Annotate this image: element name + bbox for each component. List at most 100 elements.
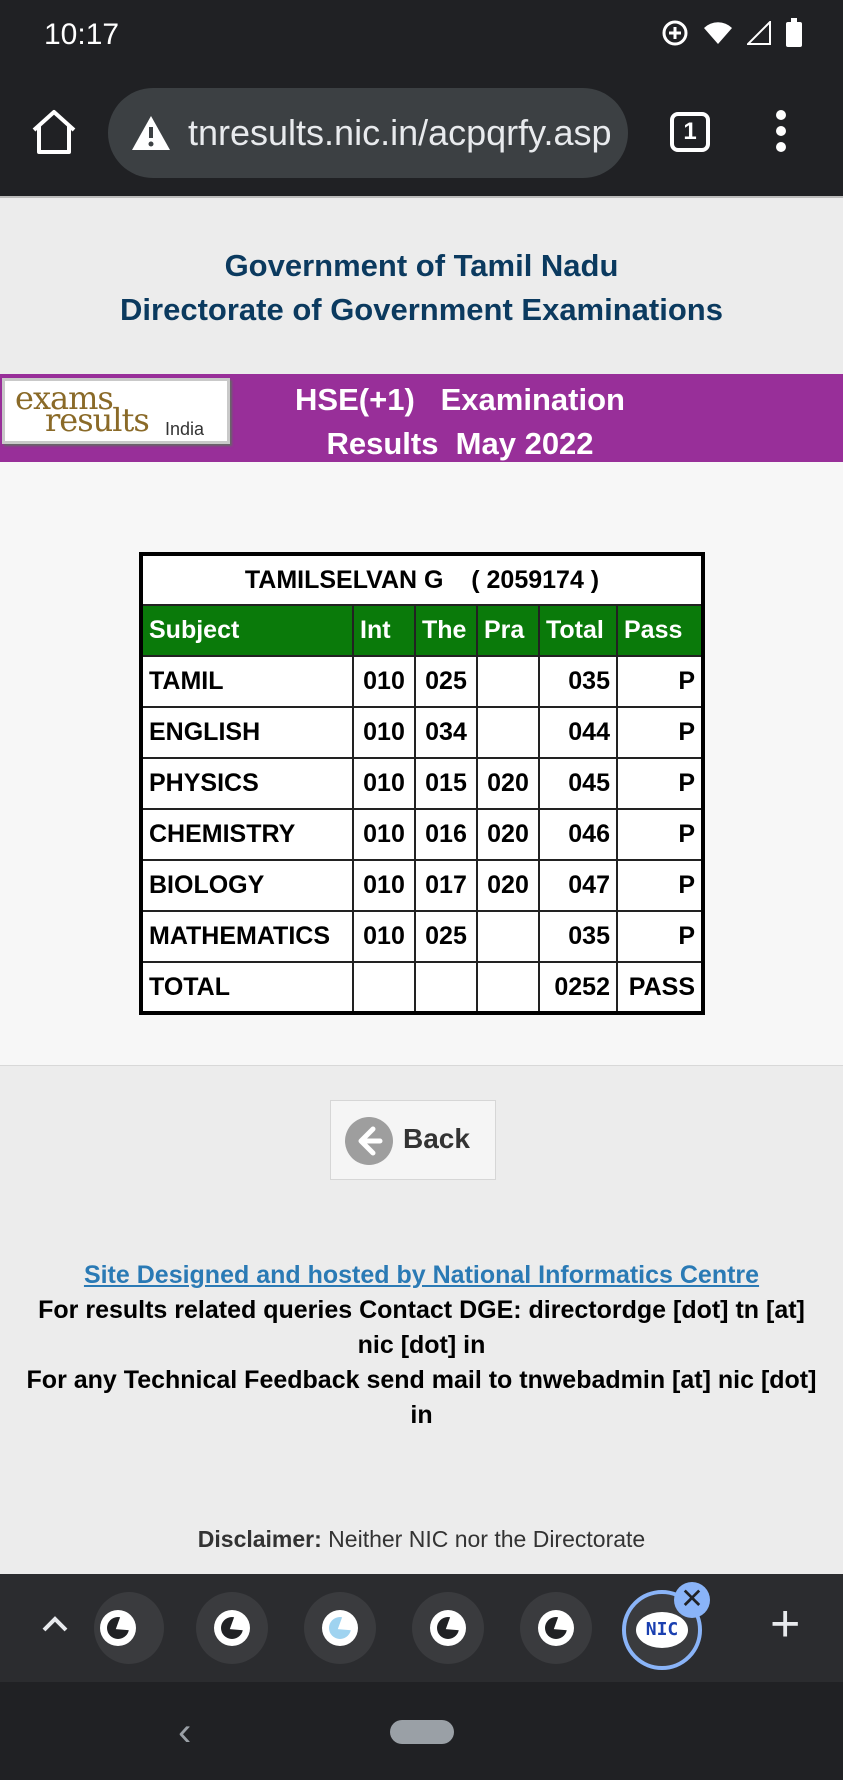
cell-int: 010 <box>352 859 416 912</box>
gov-title-line2: Directorate of Government Examinations <box>120 292 723 327</box>
col-header-pra: Pra <box>476 604 540 657</box>
cell-pra <box>476 706 540 759</box>
disclaimer-label: Disclaimer: <box>197 1526 322 1552</box>
new-tab-button[interactable]: + <box>770 1598 800 1650</box>
cell-pass: P <box>616 655 704 708</box>
cell-total: 045 <box>538 757 618 810</box>
cell-total: 046 <box>538 808 618 861</box>
tab-thumbnail[interactable] <box>94 1592 164 1664</box>
cell-subject: ENGLISH <box>140 706 354 759</box>
cell-int: 010 <box>352 808 416 861</box>
cell-pra <box>476 910 540 963</box>
cell-int: 010 <box>352 910 416 963</box>
system-nav-bar: ‹ <box>0 1682 843 1780</box>
cell-subject: TOTAL <box>140 961 354 1014</box>
nav-back-icon[interactable]: ‹ <box>178 1710 191 1755</box>
col-header-pass: Pass <box>616 604 704 657</box>
cell-total: 044 <box>538 706 618 759</box>
cell-total: 035 <box>538 910 618 963</box>
nic-footer-link[interactable]: Site Designed and hosted by National Inf… <box>84 1261 759 1289</box>
cell-the: 017 <box>414 859 478 912</box>
cell-pra: 020 <box>476 859 540 912</box>
wifi-icon <box>704 22 732 44</box>
back-button[interactable]: Back <box>330 1100 496 1180</box>
cell-total: 0252 <box>538 961 618 1014</box>
disclaimer: Disclaimer: Neither NIC nor the Director… <box>0 1526 843 1553</box>
col-header-total: Total <box>538 604 618 657</box>
status-time: 10:17 <box>44 18 120 51</box>
result-area: TAMILSELVAN G ( 2059174 ) Subject Int Th… <box>0 462 843 1066</box>
tab-thumbnail[interactable] <box>412 1592 484 1664</box>
logo-text-results: results <box>45 401 150 439</box>
cell-pass: P <box>616 706 704 759</box>
cell-subject: MATHEMATICS <box>140 910 354 963</box>
table-row: CHEMISTRY 010 016 020 046 P <box>140 808 704 861</box>
cell-the: 025 <box>414 655 478 708</box>
globe-icon <box>100 1610 136 1646</box>
cell-pass: P <box>616 859 704 912</box>
home-icon[interactable] <box>28 106 80 158</box>
cell-total: 035 <box>538 655 618 708</box>
nic-logo: NIC <box>636 1612 688 1648</box>
phone-screen: 10:17 tnresults.nic.in/acpqrfy.asp 1 Gov… <box>0 0 843 1780</box>
tab-switcher-button[interactable]: 1 <box>670 112 710 152</box>
student-name: TAMILSELVAN G ( 2059174 ) <box>140 553 704 606</box>
arrow-left-icon <box>345 1117 393 1165</box>
tab-thumbnail[interactable] <box>196 1592 268 1664</box>
status-icons <box>661 18 803 48</box>
cell-pra <box>476 961 540 1014</box>
globe-icon <box>538 1610 574 1646</box>
cell-pass: PASS <box>616 961 704 1014</box>
address-bar[interactable]: tnresults.nic.in/acpqrfy.asp <box>108 88 628 178</box>
tab-thumbnail[interactable] <box>520 1592 592 1664</box>
feedback-text: For any Technical Feedback send mail to … <box>26 1366 817 1429</box>
more-vert-icon[interactable] <box>766 110 796 156</box>
cell-subject: CHEMISTRY <box>140 808 354 861</box>
cell-the <box>414 961 478 1014</box>
table-row: BIOLOGY 010 017 020 047 P <box>140 859 704 912</box>
cell-the: 015 <box>414 757 478 810</box>
table-row: TAMIL 010 025 035 P <box>140 655 704 708</box>
page-footer: Site Designed and hosted by National Inf… <box>0 1258 843 1433</box>
web-page: Government of Tamil Nadu Directorate of … <box>0 196 843 1574</box>
cell-int: 010 <box>352 655 416 708</box>
exam-banner: exams results India HSE(+1) Examination … <box>0 374 843 462</box>
cell-pass: P <box>616 757 704 810</box>
cell-subject: TAMIL <box>140 655 354 708</box>
cell-int <box>352 961 416 1014</box>
tab-thumbnail[interactable] <box>304 1592 376 1664</box>
page-heading: Government of Tamil Nadu Directorate of … <box>0 244 843 332</box>
battery-icon <box>786 18 802 47</box>
chevron-up-icon[interactable] <box>38 1608 72 1642</box>
back-button-label: Back <box>403 1123 470 1154</box>
logo-text-india: India <box>165 419 205 439</box>
cell-subject: BIOLOGY <box>140 859 354 912</box>
cell-pass: P <box>616 910 704 963</box>
col-header-int: Int <box>352 604 416 657</box>
table-row: MATHEMATICS 010 025 035 P <box>140 910 704 963</box>
exam-title: HSE(+1) Examination Results May 2022 <box>240 378 680 466</box>
results-table: TAMILSELVAN G ( 2059174 ) Subject Int Th… <box>139 552 705 1015</box>
exams-results-logo: exams results India <box>2 378 230 444</box>
signal-icon <box>747 21 771 45</box>
exam-title-line2: Results May 2022 <box>326 426 594 461</box>
cell-pra: 020 <box>476 808 540 861</box>
disclaimer-text: Neither NIC nor the Directorate <box>321 1526 646 1552</box>
contact-text: For results related queries Contact DGE:… <box>38 1296 805 1359</box>
table-row: ENGLISH 010 034 044 P <box>140 706 704 759</box>
cell-the: 016 <box>414 808 478 861</box>
close-icon[interactable]: ✕ <box>674 1582 710 1618</box>
data-saver-icon <box>662 20 688 46</box>
globe-icon <box>214 1610 250 1646</box>
globe-icon <box>322 1610 358 1646</box>
col-header-the: The <box>414 604 478 657</box>
cell-int: 010 <box>352 757 416 810</box>
col-header-subject: Subject <box>140 604 354 657</box>
cell-subject: PHYSICS <box>140 757 354 810</box>
url-text[interactable]: tnresults.nic.in/acpqrfy.asp <box>188 112 618 154</box>
globe-icon <box>430 1610 466 1646</box>
student-row: TAMILSELVAN G ( 2059174 ) <box>140 553 704 606</box>
warning-icon[interactable] <box>130 114 172 152</box>
status-bar: 10:17 <box>0 0 843 70</box>
nav-home-pill[interactable] <box>390 1720 454 1744</box>
